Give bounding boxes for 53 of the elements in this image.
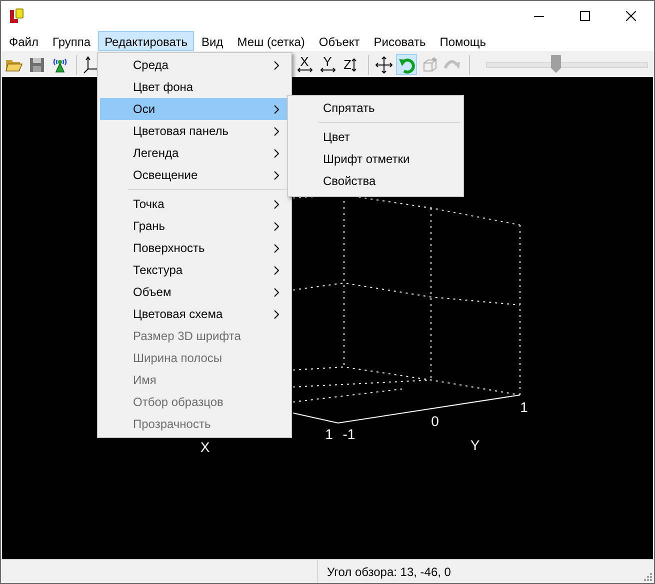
curved-arrow-icon xyxy=(444,59,461,70)
z-axis-button[interactable]: Z xyxy=(341,54,362,76)
axis-label: X xyxy=(200,439,210,456)
menu-item[interactable]: Цветовая панель xyxy=(100,120,289,142)
menu-item[interactable]: Оси xyxy=(100,98,289,120)
slider-thumb[interactable] xyxy=(550,54,561,73)
menu-item: Прозрачность xyxy=(132,416,212,433)
menu-item[interactable]: Вид xyxy=(194,31,230,52)
menu-item[interactable]: Спрятать xyxy=(290,97,461,119)
axis-label: Y xyxy=(470,437,480,454)
axis-label: 1 xyxy=(520,399,528,416)
menu-item[interactable]: Помощь xyxy=(432,31,494,52)
menu-item[interactable]: Редактировать xyxy=(98,31,194,52)
vertical-arrow-icon xyxy=(351,58,358,72)
menu-item[interactable]: Точка xyxy=(100,193,289,215)
menu-item[interactable]: Объект xyxy=(312,31,367,52)
menu-item[interactable]: Цвет xyxy=(290,126,461,148)
menu-item[interactable]: Освещение xyxy=(100,164,289,186)
double-arrow-icon xyxy=(296,67,312,74)
menu-item[interactable]: Свойства xyxy=(290,170,461,192)
save-icon xyxy=(28,56,46,74)
menu-item[interactable]: Группа xyxy=(46,31,98,52)
move-icon xyxy=(374,56,392,74)
menu-item[interactable]: Цветовая схема xyxy=(100,303,289,325)
menu-item: Имя xyxy=(132,372,158,389)
menu-item[interactable]: Среда xyxy=(100,54,289,76)
maximize-icon[interactable] xyxy=(580,11,590,21)
app-logo-icon xyxy=(9,8,25,24)
cube-icon xyxy=(420,56,438,74)
double-arrow-icon xyxy=(320,67,336,74)
axis-label: -1 xyxy=(342,426,356,442)
menu-item[interactable]: Поверхность xyxy=(100,237,289,259)
menu-item: Размер 3D шрифта xyxy=(132,328,242,345)
menu-item[interactable]: Файл xyxy=(2,31,46,52)
menu-item[interactable]: Текстура xyxy=(100,259,289,281)
menu-item[interactable]: Рисовать xyxy=(366,31,433,52)
menu-item[interactable]: Легенда xyxy=(100,142,289,164)
menu-item[interactable]: Грань xyxy=(100,215,289,237)
x-axis-button[interactable]: X xyxy=(295,54,316,76)
menu-item[interactable]: Объем xyxy=(100,281,289,303)
rotate-icon xyxy=(398,56,416,74)
status-text: Угол обзора: 13, -46, 0 xyxy=(326,564,452,578)
move-button[interactable] xyxy=(373,54,394,76)
axis-label: 0 xyxy=(431,413,439,430)
menu-item: Отбор образцов xyxy=(132,394,224,411)
menu-item[interactable]: Цвет фона xyxy=(100,76,289,98)
menu-item: Ширина полосы xyxy=(132,350,224,367)
menu-item[interactable]: Шрифт отметки xyxy=(290,148,461,170)
close-icon[interactable] xyxy=(626,11,636,21)
axis-label: 1 xyxy=(325,426,333,442)
y-axis-button[interactable]: Y xyxy=(318,54,339,76)
menu-item[interactable]: Меш (сетка) xyxy=(230,31,312,52)
resize-grip-icon[interactable] xyxy=(642,571,652,581)
